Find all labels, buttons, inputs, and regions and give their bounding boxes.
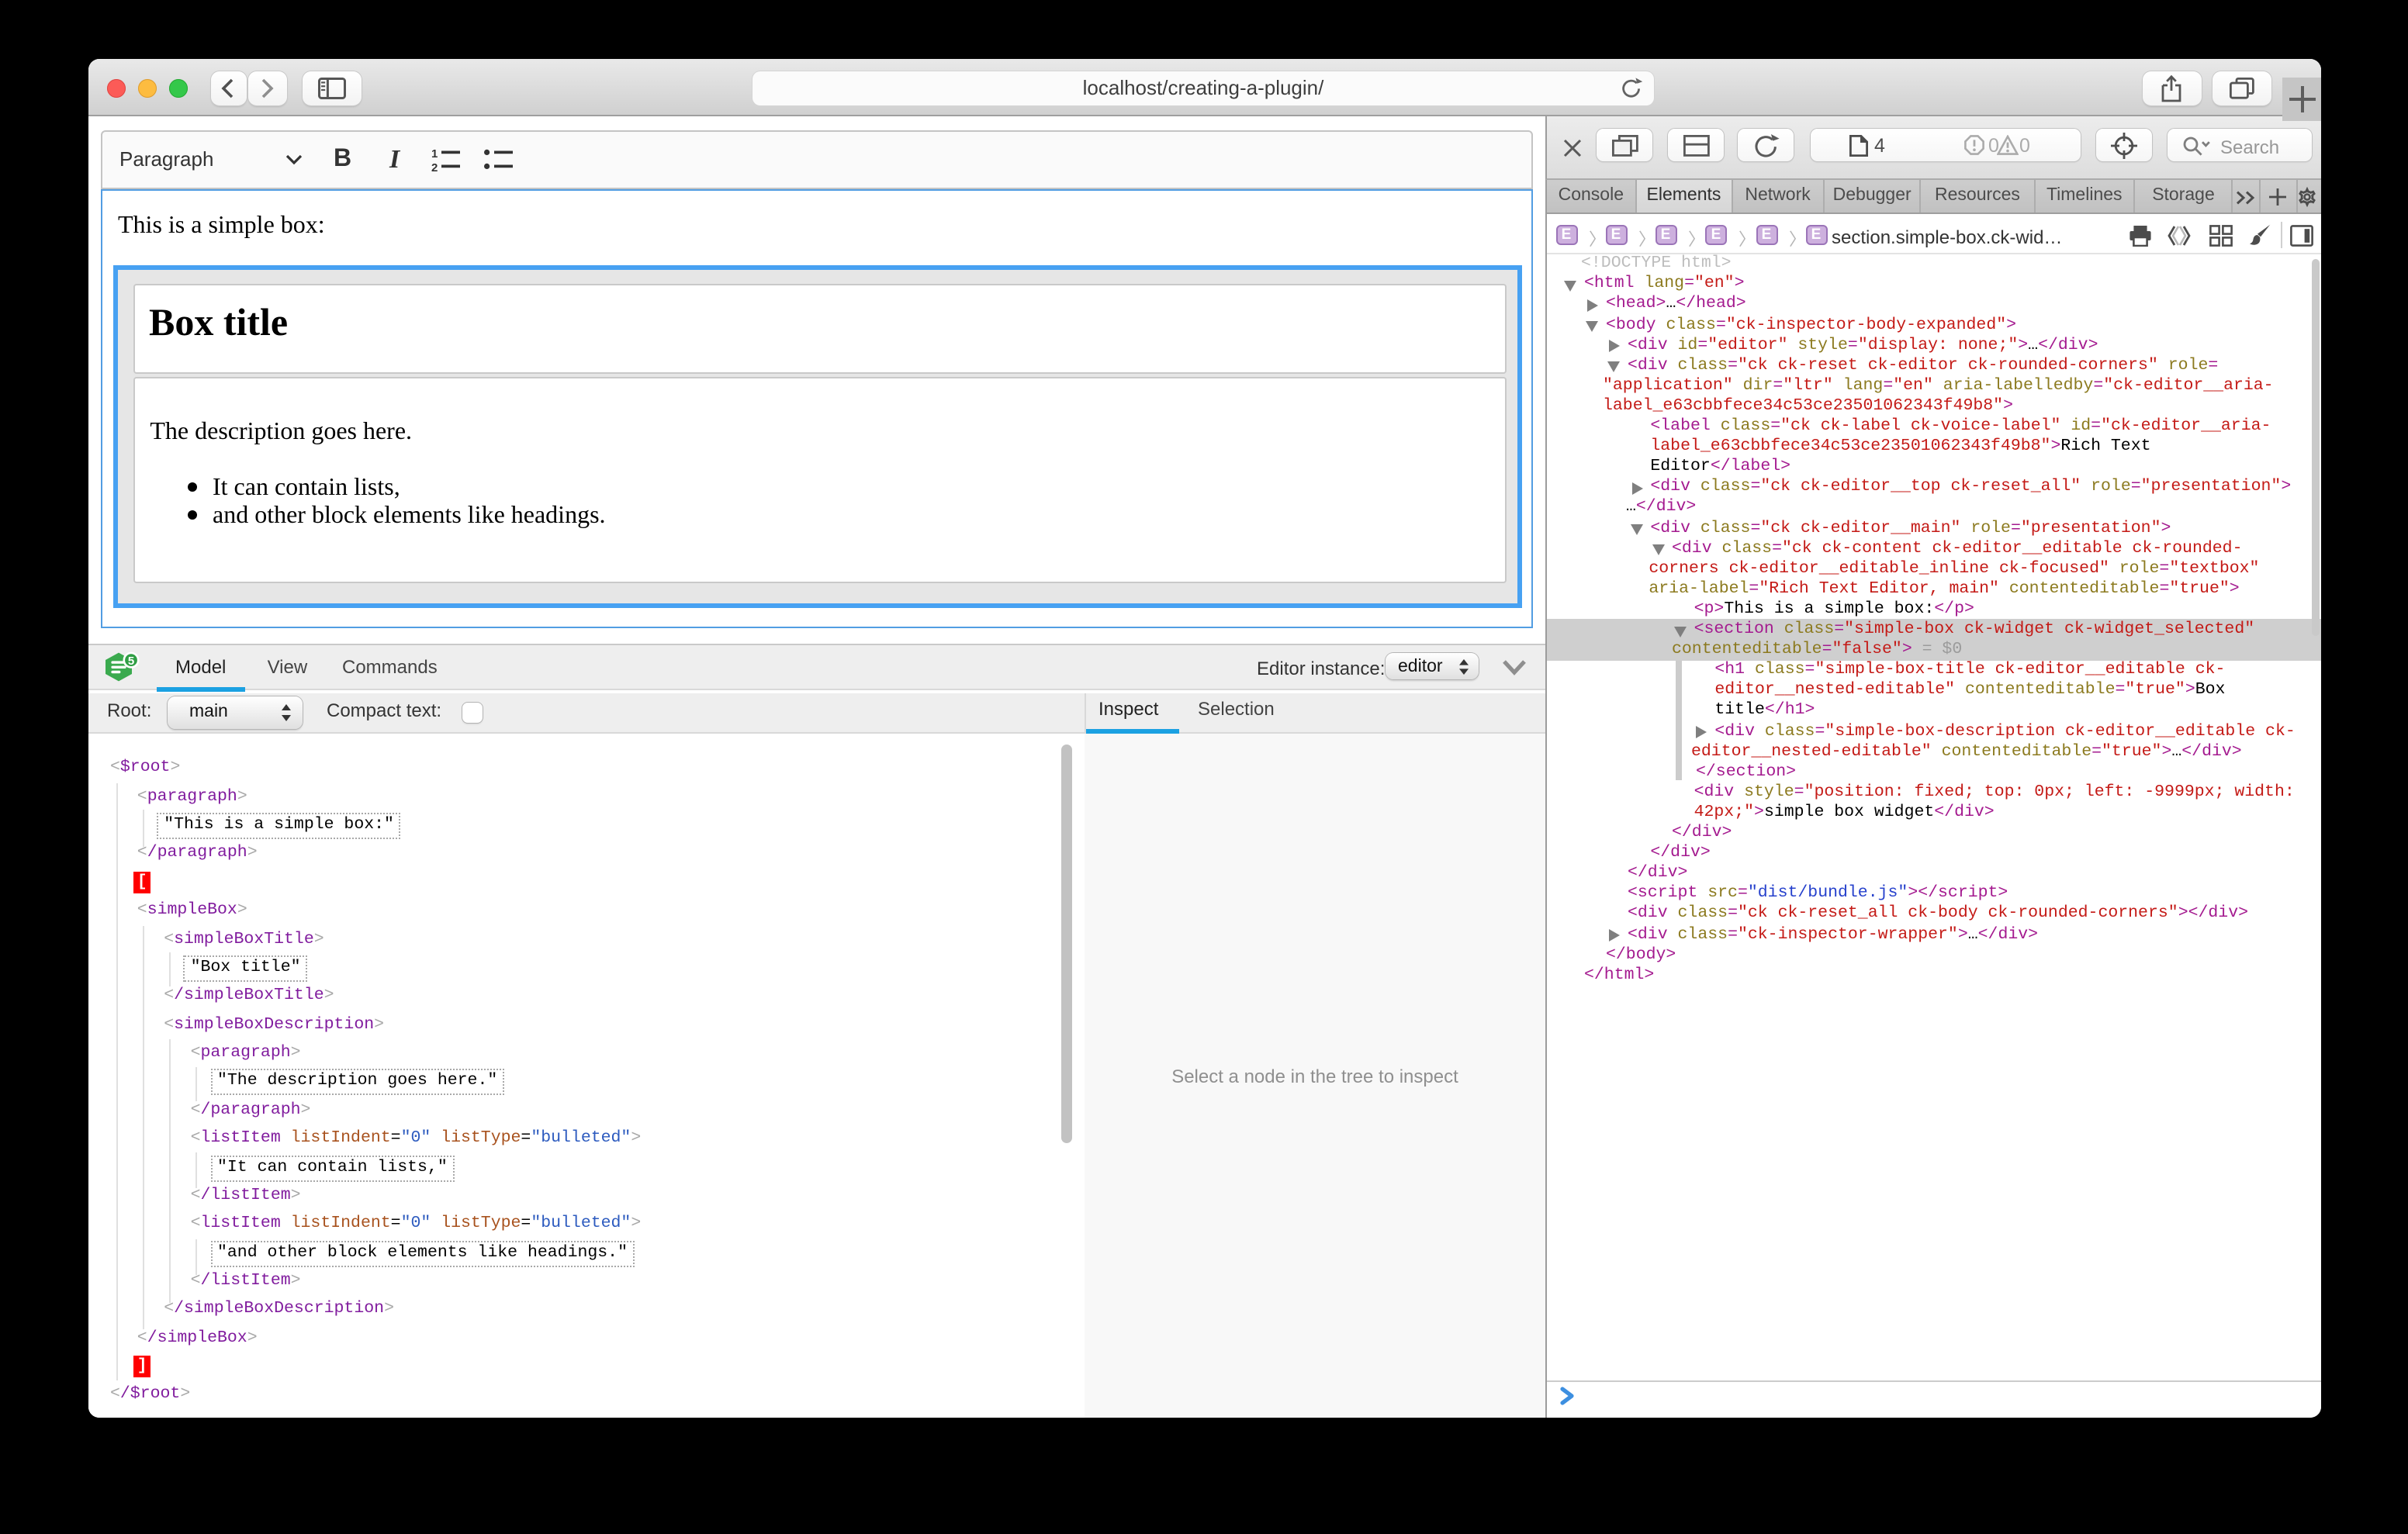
svg-text:1: 1 — [431, 147, 438, 160]
svg-text:5: 5 — [127, 654, 133, 667]
svg-text:2: 2 — [431, 161, 438, 171]
